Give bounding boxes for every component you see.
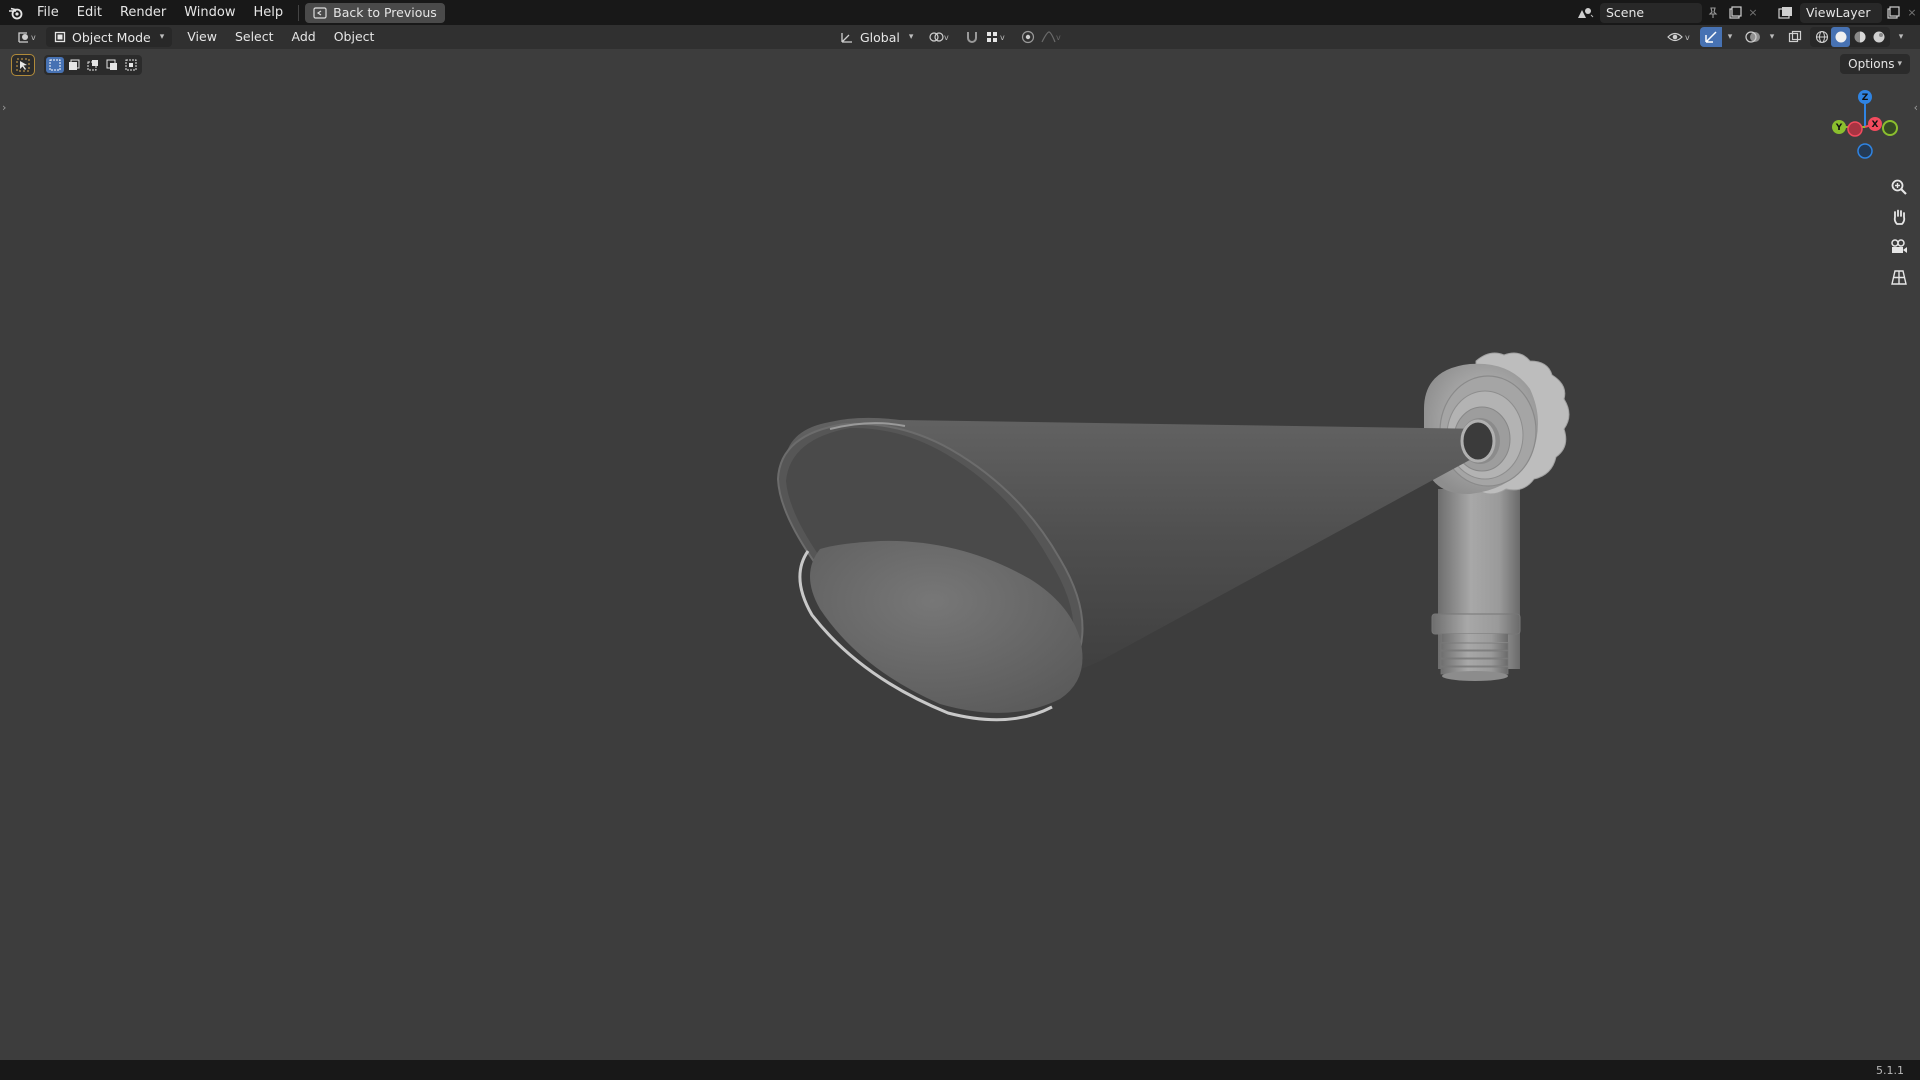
svg-text:v: v <box>1056 33 1061 42</box>
wireframe-shading-icon[interactable] <box>1812 27 1831 47</box>
horn-cone <box>776 417 1496 722</box>
xray-toggle-icon[interactable] <box>1784 27 1806 47</box>
shading-mode-group <box>1810 27 1890 47</box>
scene-selector-icon[interactable] <box>1570 3 1600 23</box>
svg-text:v: v <box>1000 33 1005 42</box>
delete-view-layer-icon[interactable]: × <box>1904 3 1920 23</box>
new-view-layer-icon[interactable] <box>1882 3 1904 23</box>
orientation-axes-icon <box>841 33 852 43</box>
delete-scene-icon[interactable]: × <box>1746 3 1760 23</box>
scene-name-field[interactable]: Scene <box>1600 2 1702 23</box>
screen-back-icon <box>313 6 327 19</box>
editor-type-icon[interactable]: v <box>12 27 42 47</box>
menu-help[interactable]: Help <box>245 2 293 24</box>
hand-icon[interactable] <box>1886 204 1912 230</box>
proportional-editing-icon[interactable] <box>1017 27 1039 47</box>
gizmo-z-label: Z <box>1862 93 1869 103</box>
transform-orientation-label: Global <box>860 29 900 45</box>
view-layer-icon[interactable] <box>1772 3 1800 23</box>
subtract-selection-icon[interactable] <box>84 57 102 73</box>
select-tool-button[interactable] <box>11 54 35 76</box>
object-mode-label: Object Mode <box>72 29 151 45</box>
gizmo-toggle-icon[interactable] <box>1700 27 1722 47</box>
chevron-down-icon: ▾ <box>159 32 165 42</box>
solid-shading-icon[interactable] <box>1831 27 1850 47</box>
camera-icon[interactable] <box>1886 234 1912 260</box>
selection-mode-group <box>44 55 142 75</box>
scene-render <box>776 352 1570 722</box>
svg-text:v: v <box>1685 33 1690 42</box>
topbar: File Edit Render Window Help Back to Pre… <box>0 0 1920 25</box>
status-bar: 5.1.1 <box>0 1060 1920 1080</box>
zoom-icon[interactable] <box>1886 174 1912 200</box>
chevron-down-icon: ▾ <box>908 32 914 42</box>
view-layer-field[interactable]: ViewLayer <box>1800 2 1882 23</box>
overlays-group: ▾ <box>1742 27 1780 47</box>
pin-icon[interactable] <box>1702 3 1724 23</box>
menu-add[interactable]: Add <box>283 26 325 48</box>
rendered-shading-icon[interactable] <box>1869 27 1888 47</box>
gizmo-group: ▾ <box>1700 27 1738 47</box>
snap-magnet-icon[interactable] <box>961 27 983 47</box>
chevron-down-icon[interactable]: ▾ <box>1764 27 1780 47</box>
options-label: Options <box>1848 57 1895 71</box>
menu-view[interactable]: View <box>178 26 226 48</box>
tool-options-row <box>11 54 142 76</box>
back-to-previous-button[interactable]: Back to Previous <box>305 2 445 23</box>
material-preview-shading-icon[interactable] <box>1850 27 1869 47</box>
gizmo-y-label: Y <box>1835 123 1843 133</box>
toolbar-expand-icon[interactable]: › <box>2 101 6 114</box>
valve-pipe <box>1431 489 1521 681</box>
version-label: 5.1.1 <box>1876 1064 1904 1077</box>
chevron-down-icon[interactable]: ▾ <box>1722 27 1738 47</box>
menu-window[interactable]: Window <box>175 2 244 24</box>
proportional-editing-group: v <box>1017 27 1065 47</box>
intersect-selection-icon[interactable] <box>122 57 140 73</box>
transform-orientation-dropdown[interactable]: Global ▾ <box>836 27 917 47</box>
divider <box>298 4 300 21</box>
snap-increment-icon[interactable]: v <box>983 27 1009 47</box>
invert-selection-icon[interactable] <box>103 57 121 73</box>
snap-group: v <box>961 27 1009 47</box>
chevron-down-icon: ▾ <box>1897 59 1902 69</box>
svg-text:v: v <box>31 33 36 42</box>
navigation-gizmo[interactable]: Z Y X <box>1826 89 1906 169</box>
gizmo-x-label: X <box>1872 120 1879 130</box>
cursor-select-icon <box>16 58 30 72</box>
viewport-header: v Object Mode ▾ View Select Add Object G… <box>0 25 1920 49</box>
selectability-visibility-icon[interactable]: v <box>1664 27 1696 47</box>
blender-logo-icon[interactable] <box>4 3 28 23</box>
chevron-down-icon[interactable]: ▾ <box>1894 27 1908 47</box>
scene-name: Scene <box>1606 5 1645 20</box>
options-dropdown[interactable]: Options ▾ <box>1840 54 1910 74</box>
menu-render[interactable]: Render <box>111 2 175 24</box>
falloff-curve-icon[interactable]: v <box>1039 27 1065 47</box>
menu-select[interactable]: Select <box>226 26 283 48</box>
menu-edit[interactable]: Edit <box>68 2 111 24</box>
pivot-point-icon[interactable]: v <box>925 27 953 47</box>
new-scene-icon[interactable] <box>1724 3 1746 23</box>
object-mode-icon <box>54 31 66 43</box>
back-to-previous-label: Back to Previous <box>333 5 437 20</box>
object-mode-dropdown[interactable]: Object Mode ▾ <box>46 27 173 47</box>
sidebar-expand-icon[interactable]: ‹ <box>1914 101 1918 114</box>
extend-selection-icon[interactable] <box>65 57 83 73</box>
menu-object[interactable]: Object <box>325 26 384 48</box>
view-layer-name: ViewLayer <box>1806 5 1871 20</box>
3d-viewport[interactable]: › ‹ Z Y X <box>0 49 1920 1060</box>
overlays-icon[interactable] <box>1742 27 1764 47</box>
set-new-selection-icon[interactable] <box>46 57 64 73</box>
grid-icon[interactable] <box>1886 264 1912 290</box>
svg-text:v: v <box>944 33 949 42</box>
menu-file[interactable]: File <box>28 2 68 24</box>
